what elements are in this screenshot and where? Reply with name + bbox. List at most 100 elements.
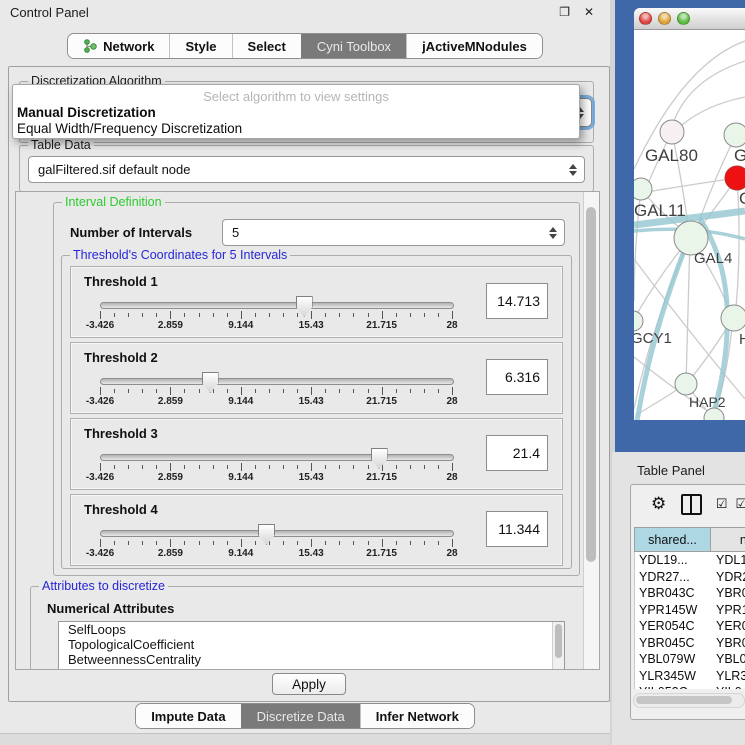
network-node[interactable] bbox=[725, 166, 745, 190]
table-row[interactable]: YBR043CYBR0 bbox=[635, 585, 745, 602]
network-node[interactable] bbox=[721, 305, 745, 331]
tab-cyni-toolbox[interactable]: Cyni Toolbox bbox=[301, 34, 406, 58]
tick-mark bbox=[438, 541, 439, 545]
threshold-slider[interactable]: -3.4262.8599.14415.4321.71528 bbox=[100, 446, 452, 486]
mac-close-icon[interactable] bbox=[639, 12, 652, 25]
attribute-list-item[interactable]: SelfLoops bbox=[59, 622, 564, 637]
network-node[interactable] bbox=[634, 178, 652, 200]
list-scrollbar-thumb[interactable] bbox=[555, 624, 562, 658]
network-node[interactable] bbox=[660, 120, 684, 144]
network-canvas[interactable]: GAL80GACGAL11GAL4GCY1HHAP2 bbox=[634, 30, 745, 420]
slider-track[interactable] bbox=[100, 378, 454, 385]
apply-button[interactable]: Apply bbox=[272, 673, 346, 695]
tick-mark bbox=[325, 313, 326, 317]
tick-mark bbox=[100, 311, 101, 319]
table-cell: YDL1 bbox=[712, 552, 745, 569]
list-scrollbar[interactable] bbox=[552, 622, 564, 670]
network-edge[interactable] bbox=[647, 178, 737, 192]
split-pane-icon[interactable] bbox=[681, 494, 701, 515]
network-node[interactable] bbox=[634, 311, 643, 331]
tick-mark bbox=[241, 539, 242, 547]
network-edge[interactable] bbox=[686, 238, 690, 384]
table-row[interactable]: YLR345WYLR3 bbox=[635, 668, 745, 685]
network-graph[interactable]: GAL80GACGAL11GAL4GCY1HHAP2 bbox=[634, 30, 745, 420]
threshold-value-field[interactable]: 11.344 bbox=[486, 511, 548, 547]
slider-thumb[interactable] bbox=[202, 372, 219, 393]
threshold-value-field[interactable]: 21.4 bbox=[486, 435, 548, 471]
network-node-label: H bbox=[739, 331, 745, 348]
table-hscrollbar-thumb[interactable] bbox=[636, 696, 732, 704]
gear-icon[interactable]: ⚙ bbox=[651, 494, 666, 514]
table-row[interactable]: YIL052CYIL0 bbox=[635, 684, 745, 689]
algorithm-option-manual[interactable]: Manual Discretization bbox=[16, 105, 576, 121]
attribute-list-item[interactable]: TopologicalCoefficient bbox=[59, 637, 564, 652]
tick-mark bbox=[424, 389, 425, 393]
table-row[interactable]: YBL079WYBL0 bbox=[635, 651, 745, 668]
slider-track[interactable] bbox=[100, 530, 454, 537]
threshold-box: Threshold 2-3.4262.8599.14415.4321.71528… bbox=[70, 342, 563, 414]
table-column-header[interactable]: shared... bbox=[634, 527, 711, 552]
slider-track[interactable] bbox=[100, 302, 454, 309]
tick-mark bbox=[227, 465, 228, 469]
table-row[interactable]: YER054CYER0 bbox=[635, 618, 745, 635]
threshold-value-field[interactable]: 6.316 bbox=[486, 359, 548, 395]
node-table: shared...n... YDL19...YDL1YDR27...YDR2YB… bbox=[634, 527, 745, 689]
tab-impute-data[interactable]: Impute Data bbox=[136, 704, 240, 728]
checkbox-checked-icon[interactable]: ☑ bbox=[735, 496, 745, 512]
spinner-arrows-icon bbox=[569, 164, 577, 176]
tab-jactivemnodules[interactable]: jActiveMNodules bbox=[406, 34, 542, 58]
network-edge[interactable] bbox=[674, 61, 745, 121]
tab-label: Select bbox=[248, 39, 286, 54]
numerical-attributes-list[interactable]: SelfLoopsTopologicalCoefficientBetweenne… bbox=[58, 621, 565, 670]
algorithm-option-equal-width[interactable]: Equal Width/Frequency Discretization bbox=[16, 121, 576, 137]
tick-mark bbox=[311, 311, 312, 319]
tab-network[interactable]: Network bbox=[68, 34, 169, 58]
tick-mark bbox=[213, 313, 214, 317]
table-row[interactable]: YPR145WYPR1 bbox=[635, 602, 745, 619]
table-column-header[interactable]: n... bbox=[711, 527, 745, 552]
table-row[interactable]: YDR27...YDR2 bbox=[635, 569, 745, 586]
tick-mark bbox=[325, 465, 326, 469]
slider-thumb[interactable] bbox=[296, 296, 313, 317]
tick-label: 28 bbox=[446, 472, 457, 483]
panel-title: Control Panel bbox=[10, 5, 89, 20]
tab-infer-network[interactable]: Infer Network bbox=[360, 704, 474, 728]
table-row[interactable]: YDL19...YDL1 bbox=[635, 552, 745, 569]
attributes-group-title: Attributes to discretize bbox=[39, 579, 168, 593]
tick-mark bbox=[269, 465, 270, 469]
network-node-label: GCY1 bbox=[634, 330, 672, 347]
attribute-list-item[interactable]: BetweennessCentrality bbox=[59, 652, 564, 667]
threshold-slider[interactable]: -3.4262.8599.14415.4321.71528 bbox=[100, 370, 452, 410]
slider-track[interactable] bbox=[100, 454, 454, 461]
main-scrollbar[interactable] bbox=[583, 192, 599, 669]
number-of-intervals-label: Number of Intervals bbox=[70, 225, 222, 240]
slider-thumb[interactable] bbox=[371, 448, 388, 469]
threshold-value-field[interactable]: 14.713 bbox=[486, 283, 548, 319]
mac-zoom-icon[interactable] bbox=[677, 12, 690, 25]
tab-style[interactable]: Style bbox=[169, 34, 231, 58]
table-row[interactable]: YBR045CYBR0 bbox=[635, 635, 745, 652]
tick-label: 9.144 bbox=[228, 320, 253, 331]
number-of-intervals-select[interactable]: 5 bbox=[222, 219, 565, 246]
network-view-frame[interactable]: GAL80GACGAL11GAL4GCY1HHAP2 bbox=[615, 0, 745, 452]
checkbox-checked-icon[interactable]: ☑ bbox=[716, 496, 728, 512]
tick-mark bbox=[311, 539, 312, 547]
table-data-select[interactable]: galFiltered.sif default node bbox=[28, 156, 585, 183]
network-window: GAL80GACGAL11GAL4GCY1HHAP2 bbox=[634, 8, 745, 420]
tab-discretize-data[interactable]: Discretize Data bbox=[241, 704, 360, 728]
tab-select[interactable]: Select bbox=[232, 34, 301, 58]
main-scrollbar-thumb[interactable] bbox=[586, 207, 596, 562]
threshold-slider[interactable]: -3.4262.8599.14415.4321.71528 bbox=[100, 522, 452, 562]
control-panel: Control Panel ❐ ✕ NetworkStyle Select Cyni… bbox=[0, 0, 610, 745]
network-node[interactable] bbox=[675, 373, 697, 395]
tick-mark bbox=[297, 313, 298, 317]
float-window-icon[interactable]: ❐ bbox=[559, 5, 570, 19]
table-horizontal-scrollbar[interactable] bbox=[633, 693, 745, 708]
close-icon[interactable]: ✕ bbox=[584, 5, 594, 19]
network-node[interactable] bbox=[724, 123, 745, 147]
network-node-label: HAP2 bbox=[689, 394, 726, 410]
network-edge[interactable] bbox=[682, 97, 745, 125]
threshold-slider[interactable]: -3.4262.8599.14415.4321.71528 bbox=[100, 294, 452, 334]
slider-thumb[interactable] bbox=[258, 524, 275, 545]
mac-minimize-icon[interactable] bbox=[658, 12, 671, 25]
